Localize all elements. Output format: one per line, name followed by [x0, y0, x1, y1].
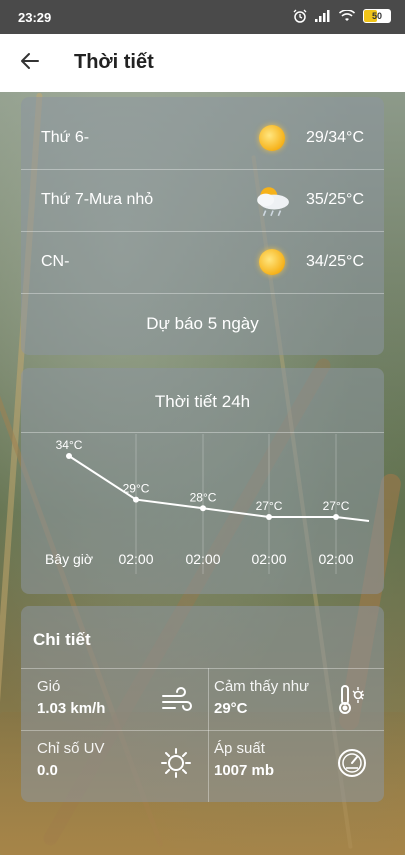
battery-icon: 50: [363, 9, 391, 23]
temperature-point: [200, 505, 206, 512]
time-label: 02:00: [251, 551, 286, 567]
temperature-label: 29°C: [123, 482, 150, 496]
divider: [21, 730, 384, 731]
divider: [21, 668, 384, 669]
gauge-icon: [338, 749, 366, 777]
temp-range: 29/34°C: [306, 129, 364, 146]
app-bar: Thời tiết: [0, 34, 405, 93]
temp-range: 35/25°C: [306, 191, 364, 208]
sun-cloud-rain-icon: [257, 187, 289, 217]
status-time: 23:29: [18, 10, 52, 25]
time-label: 02:00: [185, 551, 220, 567]
detail-value: 1007 mb: [214, 762, 275, 779]
day-label: Thứ 7-Mưa nhỏ: [41, 191, 154, 208]
hourly-chart: 34°C Bây giờ 29°C 02:00 28°C 02:00 27°C 02:00 27…: [45, 434, 370, 574]
divider: [21, 432, 384, 433]
detail-label: Chỉ số UV: [37, 740, 105, 757]
details-card: Chi tiết Gió 1.03 km/h Cảm thấy như 29°C…: [21, 606, 384, 802]
sun-icon: [257, 247, 287, 277]
detail-value: 29°C: [214, 700, 248, 717]
uv-sun-icon: [161, 748, 191, 778]
hourly-forecast-card: Thời tiết 24h 34°C Bây giờ 29°C 02:00 28°C 02…: [21, 368, 384, 594]
details-title: Chi tiết: [33, 630, 91, 649]
five-day-forecast-button[interactable]: Dự báo 5 ngày: [21, 293, 384, 355]
daily-forecast-card: Thứ 6- 29/34°C Thứ 7-Mưa nhỏ 35/25°C CN-…: [21, 97, 384, 355]
wifi-icon: [339, 10, 355, 21]
temperature-point: [66, 453, 72, 459]
temperature-label: 28°C: [190, 490, 217, 504]
sun-icon: [257, 123, 287, 153]
temperature-point: [133, 496, 139, 503]
time-label: 02:00: [118, 551, 153, 567]
status-bar: 23:29 50: [0, 0, 405, 34]
day-label: Thứ 6-: [41, 129, 90, 146]
hourly-title: Thời tiết 24h: [154, 392, 251, 411]
detail-value: 0.0: [37, 762, 58, 779]
back-arrow-icon[interactable]: [18, 49, 42, 73]
battery-percent: 50: [371, 11, 382, 21]
time-label: 02:00: [318, 551, 353, 567]
status-icons: 50: [293, 9, 391, 23]
daily-row[interactable]: Thứ 7-Mưa nhỏ 35/25°C: [21, 169, 384, 232]
temperature-point: [333, 514, 339, 520]
page-title: Thời tiết: [74, 51, 154, 73]
detail-value: 1.03 km/h: [37, 700, 106, 717]
daily-row[interactable]: CN- 34/25°C: [21, 231, 384, 294]
signal-icon: [315, 10, 330, 22]
divider: [208, 668, 209, 802]
temperature-label: 34°C: [56, 438, 83, 452]
daily-row[interactable]: Thứ 6- 29/34°C: [21, 107, 384, 170]
wind-icon: [162, 687, 192, 711]
temperature-label: 27°C: [323, 499, 350, 513]
temp-range: 34/25°C: [306, 253, 364, 270]
temperature-label: 27°C: [256, 499, 283, 513]
alarm-icon: [293, 9, 307, 23]
day-label: CN-: [41, 253, 70, 270]
detail-label: Áp suất: [214, 740, 265, 757]
temperature-point: [266, 514, 272, 520]
detail-label: Cảm thấy như: [214, 678, 310, 695]
thermometer-sun-icon: [339, 685, 364, 714]
detail-label: Gió: [37, 678, 61, 695]
time-label: Bây giờ: [45, 551, 93, 567]
